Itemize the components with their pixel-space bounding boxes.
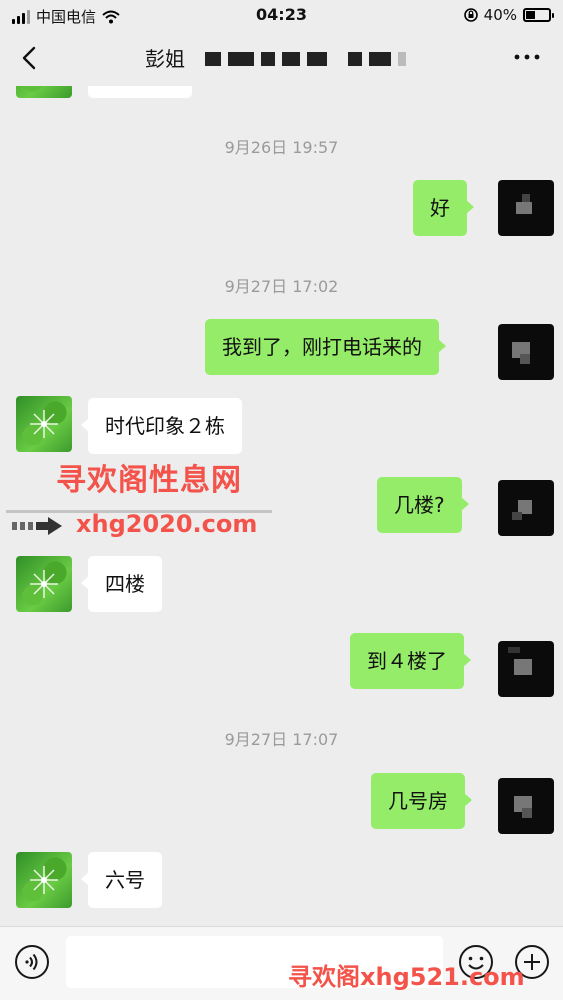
chevron-left-icon[interactable] <box>14 42 46 74</box>
timestamp: 9月27日 17:07 <box>224 730 339 749</box>
message-bubble[interactable]: 六号 <box>81 852 162 908</box>
my-avatar[interactable] <box>498 180 554 236</box>
input-bar: 寻欢阁xhg521.com <box>0 926 563 1000</box>
my-avatar[interactable] <box>498 641 554 697</box>
my-avatar[interactable] <box>498 480 554 536</box>
watermark-bottom: 寻欢阁xhg521.com <box>288 963 525 991</box>
arrow-right-icon <box>12 517 62 535</box>
my-avatar[interactable] <box>498 324 554 380</box>
watermark-title: 寻欢阁性息网 <box>56 463 242 498</box>
timestamp: 9月27日 17:02 <box>224 277 339 296</box>
watermark-url: xhg2020.com <box>76 510 258 538</box>
timestamp: 9月26日 19:57 <box>224 138 339 157</box>
more-dots-icon[interactable] <box>513 52 541 62</box>
redacted-name <box>205 52 406 66</box>
message-bubble-partial <box>88 86 192 98</box>
message-bubble[interactable]: 时代印象２栋 <box>81 398 242 454</box>
status-bar: 中国电信 04:23 40% <box>0 0 563 30</box>
battery-icon <box>523 8 554 22</box>
chat-area[interactable]: 9月26日 19:57 好 9月27日 17:02 我到了，刚打电话来的 时代印… <box>0 86 563 926</box>
message-bubble[interactable]: 到４楼了 <box>350 633 471 689</box>
rotation-lock-icon <box>463 8 478 22</box>
contact-avatar[interactable] <box>16 852 72 908</box>
status-right: 40% <box>463 6 554 24</box>
message-bubble[interactable]: 我到了，刚打电话来的 <box>205 319 446 375</box>
message-bubble[interactable]: 好 <box>413 180 474 236</box>
message-bubble[interactable]: 几号房 <box>371 773 472 829</box>
contact-avatar[interactable] <box>16 86 72 98</box>
voice-icon[interactable] <box>14 944 50 980</box>
chat-title: 彭姐 <box>145 47 185 71</box>
message-bubble[interactable]: 四楼 <box>81 556 162 612</box>
battery-percent: 40% <box>483 6 517 24</box>
contact-avatar[interactable] <box>16 556 72 612</box>
contact-avatar[interactable] <box>16 396 72 452</box>
message-bubble[interactable]: 几楼? <box>377 477 469 533</box>
nav-bar: 彭姐 <box>0 30 563 86</box>
my-avatar[interactable] <box>498 778 554 834</box>
